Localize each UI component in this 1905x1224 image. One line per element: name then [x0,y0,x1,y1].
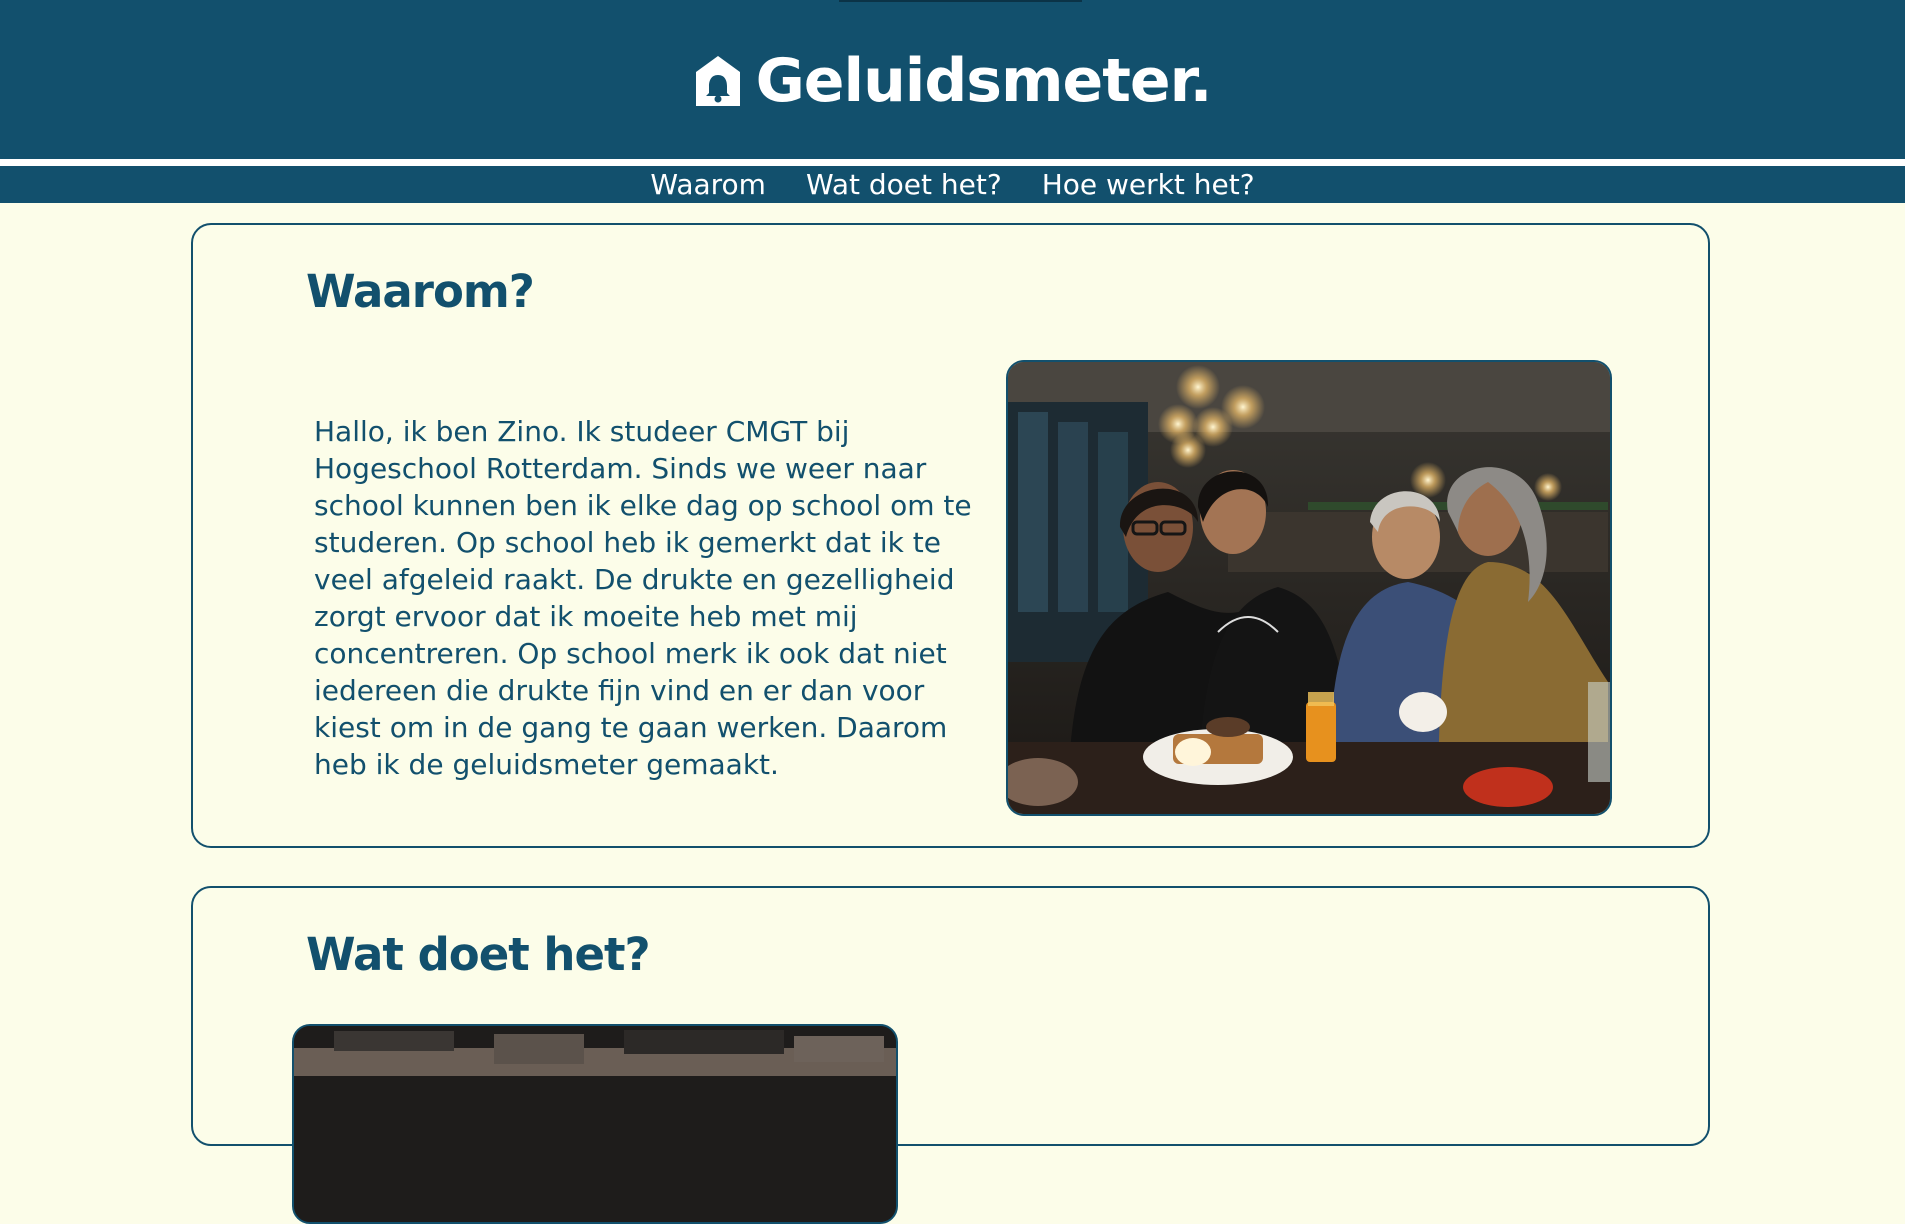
nav-item-wat-doet-het[interactable]: Wat doet het? [806,166,1002,203]
house-bell-icon [695,56,740,106]
site-logo[interactable]: Geluidsmeter. [0,43,1905,119]
header-divider [0,159,1905,166]
section-title: Waarom? [306,265,535,318]
section-waarom: Waarom? Hallo, ik ben Zino. Ik studeer C… [191,223,1710,848]
family-photo [1006,360,1612,816]
restaurant-photo-image [1008,362,1610,814]
site-title: Geluidsmeter. [755,46,1213,116]
nav-item-hoe-werkt-het[interactable]: Hoe werkt het? [1042,166,1255,203]
site-header: Geluidsmeter. [0,0,1905,159]
section-title: Wat doet het? [306,928,651,981]
section-text: Hallo, ik ben Zino. Ik studeer CMGT bij … [314,415,972,781]
nav-item-waarom[interactable]: Waarom [650,166,766,203]
main-nav: Waarom Wat doet het? Hoe werkt het? [0,166,1905,203]
device-photo [292,1024,898,1224]
header-tab-strip [839,0,1082,2]
section-wat-doet-het: Wat doet het? [191,886,1710,1224]
classroom-photo-image [294,1026,896,1222]
